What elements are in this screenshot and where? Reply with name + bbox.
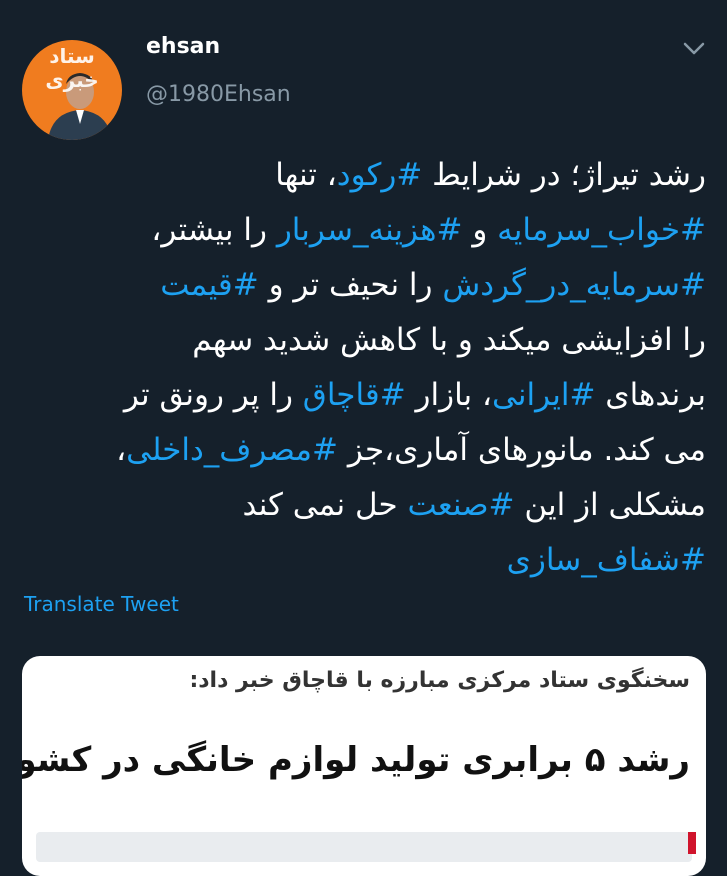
tweet-text: رشد تیراژ؛ در شرایط #رکود، تنها #خواب_سرم… (20, 148, 706, 588)
card-kicker: سخنگوی ستاد مرکزی مبارزه با قاچاق خبر دا… (189, 668, 690, 693)
tweet-text-line: مشکلی از این #صنعت حل نمی کند (20, 478, 707, 533)
tweet-text-segment: می کند. مانورهای آماری،جز (338, 432, 706, 468)
tweet-text-segment: ، بازار (405, 377, 493, 413)
avatar-logo-text: ستاد خبری (45, 44, 99, 92)
card-accent-bar (688, 832, 696, 854)
card-headline: رشد ۵ برابری تولید لوازم خانگی در کشور (22, 740, 690, 780)
tweet-text-segment: حل نمی کند (242, 487, 408, 523)
tweet-text-segment: رشد تیراژ؛ در شرایط (422, 157, 706, 193)
tweet-text-line: رشد تیراژ؛ در شرایط #رکود، تنها (20, 148, 706, 203)
user-display-name[interactable]: ehsan (146, 34, 220, 59)
hashtag-link[interactable]: #ایرانی (492, 377, 595, 413)
tweet-text-segment: ، (116, 432, 127, 468)
user-handle[interactable]: @1980Ehsan (146, 82, 291, 107)
tweet-text-line: #سرمایه_در_گردش را نحیف تر و #قیمت (20, 258, 706, 313)
hashtag-link[interactable]: #سرمایه_در_گردش (442, 267, 706, 303)
tweet-text-segment: مشکلی از این (514, 487, 706, 523)
tweet: ستاد خبری ehsan @1980Ehsan رشد تیراژ؛ در… (0, 0, 727, 876)
hashtag-link[interactable]: #شفاف_سازی (507, 542, 706, 578)
tweet-text-segment: را نحیف تر و (258, 267, 443, 303)
tweet-text-segment: را افزایشی میکند و با کاهش شدید سهم (192, 322, 706, 358)
tweet-text-segment: برندهای (595, 377, 706, 413)
chevron-down-icon[interactable] (682, 38, 706, 58)
hashtag-link[interactable]: #رکود (337, 157, 423, 193)
link-preview-card[interactable]: سخنگوی ستاد مرکزی مبارزه با قاچاق خبر دا… (22, 656, 706, 876)
tweet-text-segment: را پر رونق تر (123, 377, 303, 413)
tweet-text-segment: و (462, 212, 498, 248)
tweet-text-line: را افزایشی میکند و با کاهش شدید سهم (20, 313, 706, 368)
hashtag-link[interactable]: #هزینه_سربار (277, 212, 463, 248)
card-image-strip (36, 832, 692, 862)
hashtag-link[interactable]: #قیمت (160, 267, 259, 303)
tweet-text-segment: ، تنها (275, 157, 337, 193)
tweet-text-segment: را بیشتر، (151, 212, 277, 248)
translate-tweet-link[interactable]: Translate Tweet (24, 592, 179, 616)
tweet-text-line: #شفاف_سازی (20, 533, 706, 588)
tweet-text-line: #خواب_سرمایه و #هزینه_سربار را بیشتر، (20, 203, 706, 258)
hashtag-link[interactable]: #قاچاق (303, 377, 406, 413)
tweet-text-line: برندهای #ایرانی، بازار #قاچاق را پر رونق… (20, 368, 706, 423)
avatar[interactable]: ستاد خبری (22, 40, 122, 140)
hashtag-link[interactable]: #مصرف_داخلی (126, 432, 338, 468)
hashtag-link[interactable]: #خواب_سرمایه (497, 212, 706, 248)
tweet-text-line: می کند. مانورهای آماری،جز #مصرف_داخلی، (20, 423, 706, 478)
hashtag-link[interactable]: #صنعت (407, 487, 514, 523)
